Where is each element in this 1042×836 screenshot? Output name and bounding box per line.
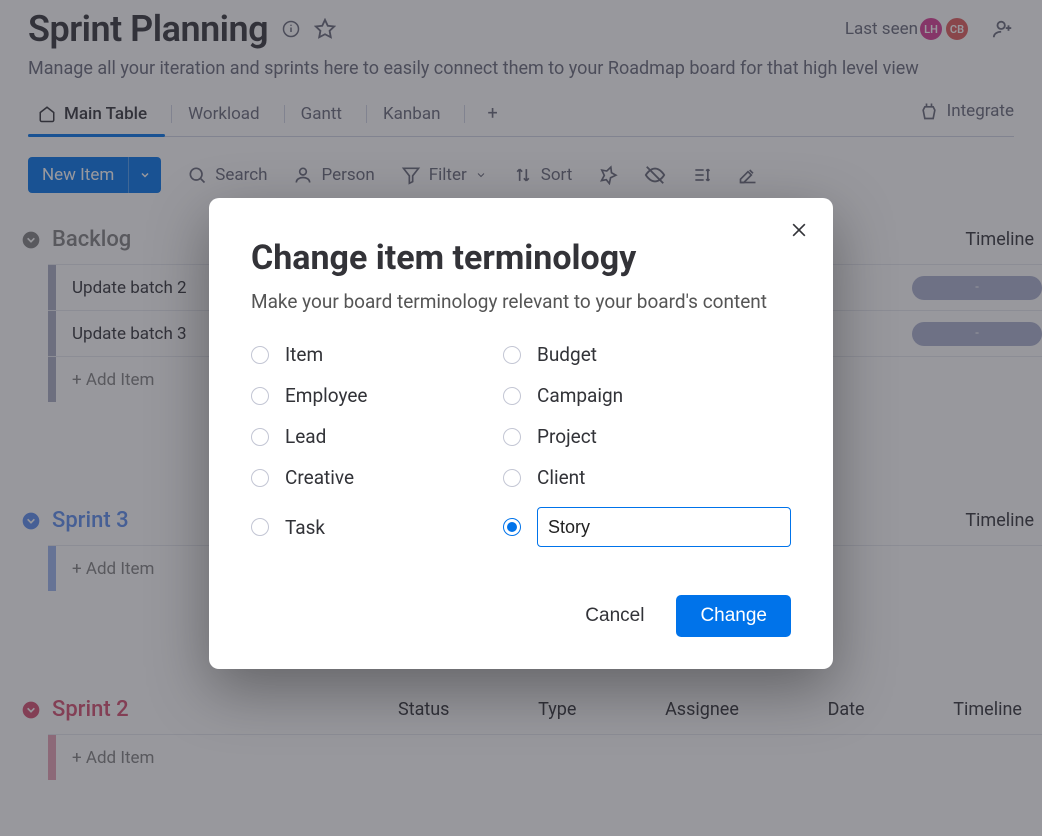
- close-icon[interactable]: [789, 220, 809, 240]
- option-label: Budget: [537, 343, 597, 366]
- radio-icon: [503, 469, 521, 487]
- option-budget[interactable]: Budget: [503, 343, 791, 366]
- option-client[interactable]: Client: [503, 466, 791, 489]
- terminology-modal: Change item terminology Make your board …: [209, 198, 833, 669]
- option-custom[interactable]: [503, 507, 791, 547]
- radio-icon: [251, 387, 269, 405]
- radio-icon: [503, 346, 521, 364]
- radio-icon: [503, 518, 521, 536]
- radio-icon: [503, 387, 521, 405]
- change-button[interactable]: Change: [676, 595, 791, 637]
- option-label: Creative: [285, 466, 354, 489]
- option-label: Employee: [285, 384, 367, 407]
- option-label: Item: [285, 343, 323, 366]
- option-label: Lead: [285, 425, 326, 448]
- radio-icon: [503, 428, 521, 446]
- option-label: Task: [285, 516, 325, 539]
- custom-terminology-input[interactable]: [537, 507, 791, 547]
- option-item[interactable]: Item: [251, 343, 463, 366]
- option-label: Campaign: [537, 384, 623, 407]
- cancel-button[interactable]: Cancel: [571, 595, 658, 637]
- option-task[interactable]: Task: [251, 507, 463, 547]
- option-label: Client: [537, 466, 585, 489]
- option-campaign[interactable]: Campaign: [503, 384, 791, 407]
- option-employee[interactable]: Employee: [251, 384, 463, 407]
- radio-icon: [251, 469, 269, 487]
- radio-icon: [251, 518, 269, 536]
- option-creative[interactable]: Creative: [251, 466, 463, 489]
- modal-subtitle: Make your board terminology relevant to …: [251, 290, 791, 313]
- option-lead[interactable]: Lead: [251, 425, 463, 448]
- option-label: Project: [537, 425, 597, 448]
- modal-title: Change item terminology: [251, 238, 791, 278]
- radio-icon: [251, 428, 269, 446]
- radio-icon: [251, 346, 269, 364]
- option-project[interactable]: Project: [503, 425, 791, 448]
- modal-overlay[interactable]: Change item terminology Make your board …: [0, 0, 1042, 836]
